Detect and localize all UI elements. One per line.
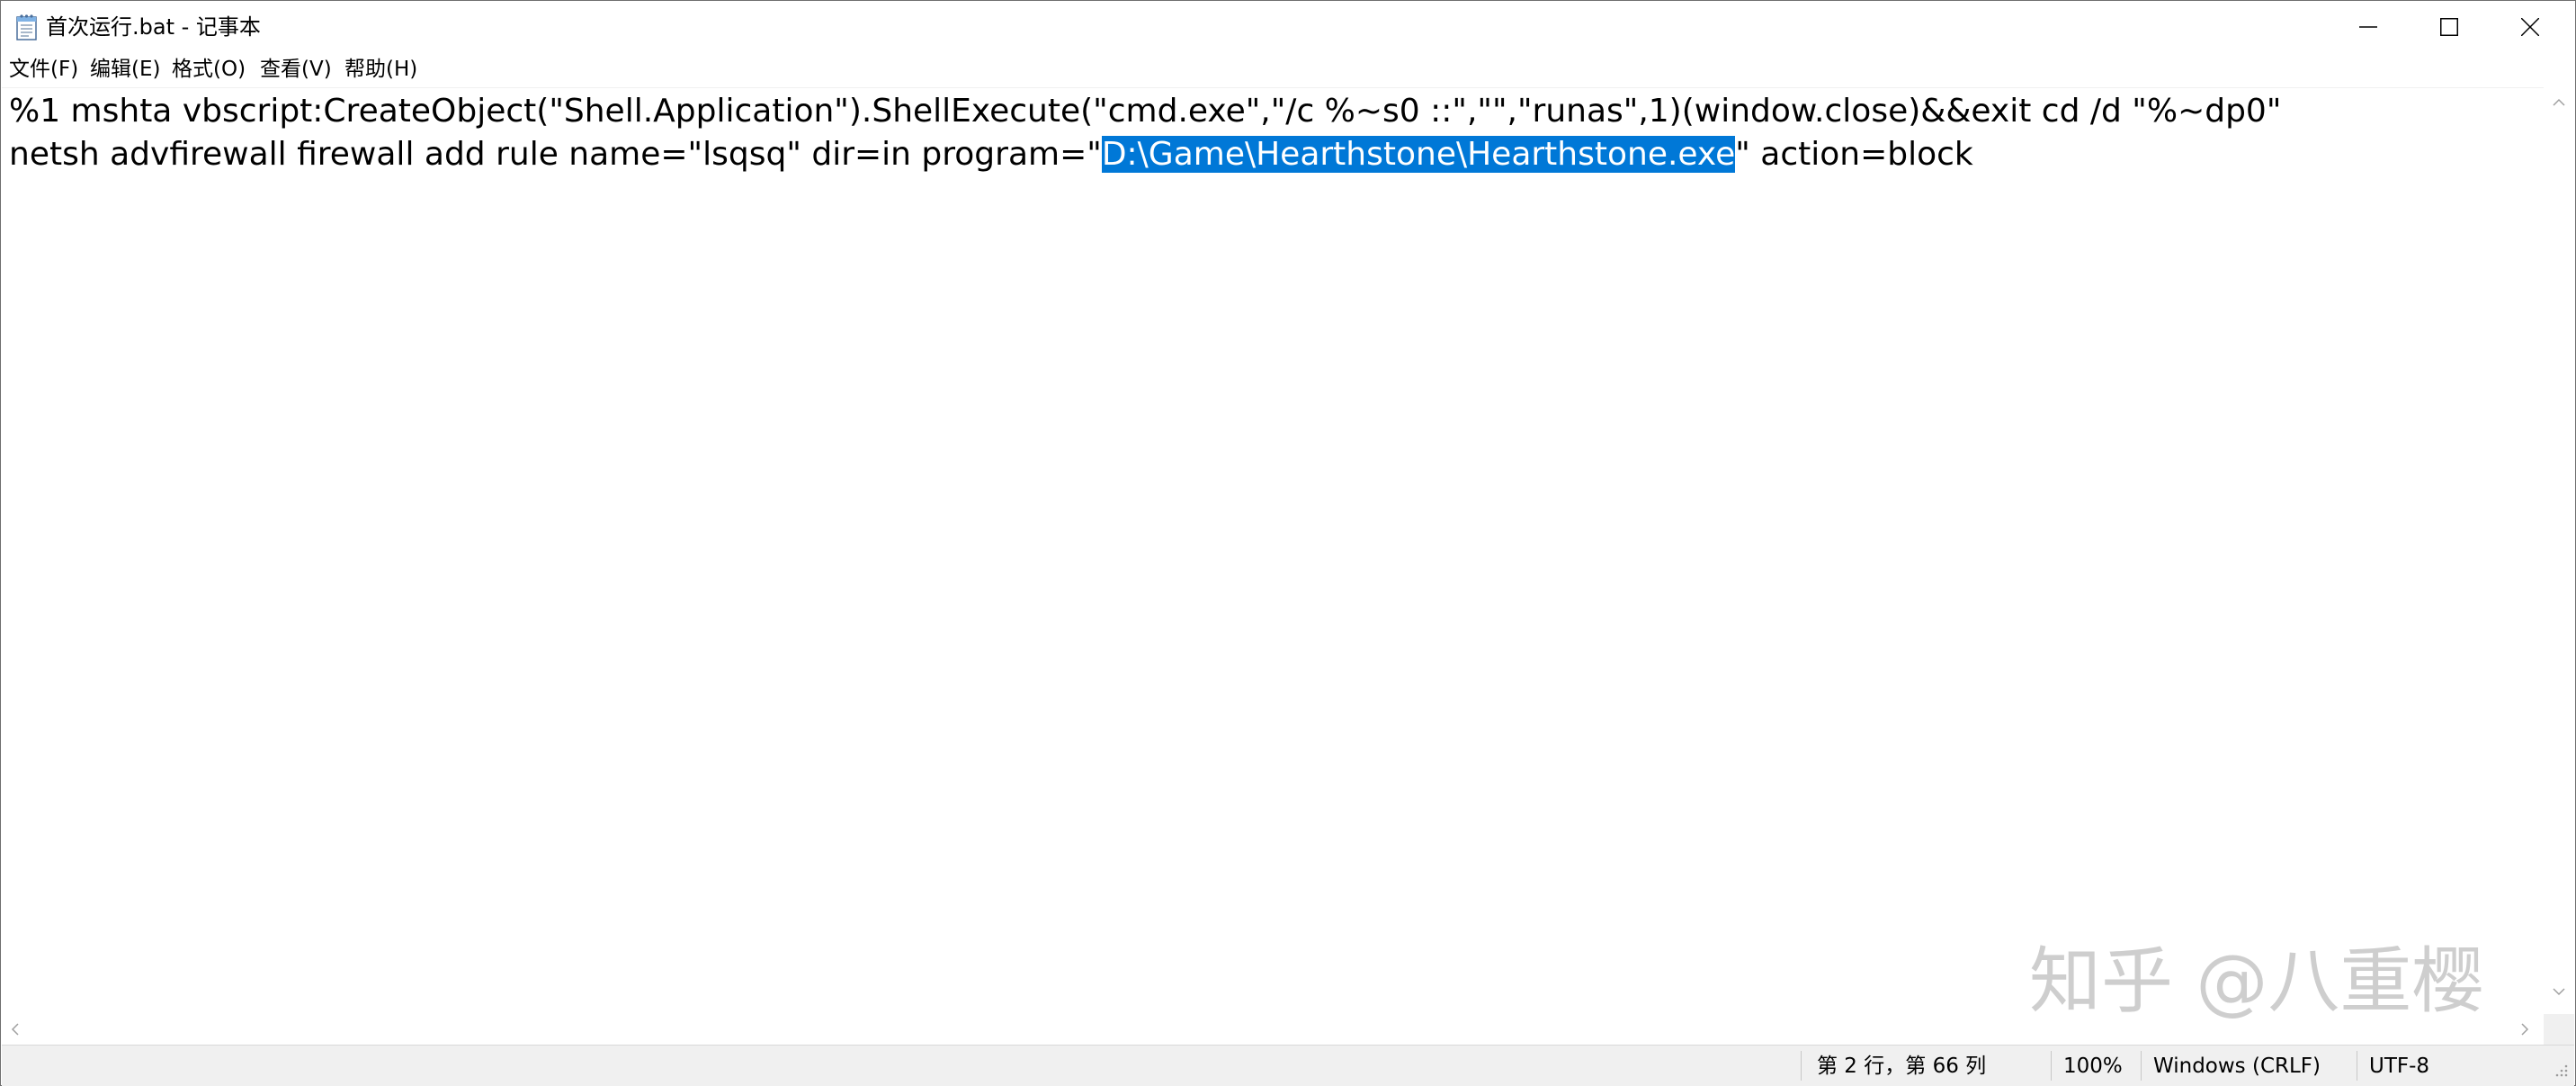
- window-title: 首次运行.bat - 记事本: [46, 14, 261, 40]
- minimize-button[interactable]: [2327, 1, 2410, 53]
- minimize-icon: [2359, 26, 2377, 28]
- menu-edit[interactable]: 编辑(E): [90, 57, 160, 82]
- scroll-up-icon[interactable]: [2553, 98, 2565, 107]
- vertical-scrollbar[interactable]: [2544, 87, 2574, 1014]
- maximize-icon: [2440, 18, 2458, 36]
- title-bar[interactable]: 首次运行.bat - 记事本: [1, 1, 2575, 53]
- watermark: 知乎 @八重樱: [2029, 939, 2484, 1023]
- text-editor[interactable]: %1 mshta vbscript:CreateObject("Shell.Ap…: [2, 87, 2544, 1015]
- line-ending: Windows (CRLF): [2153, 1055, 2321, 1078]
- status-separator: [2051, 1051, 2052, 1081]
- maximize-button[interactable]: [2408, 1, 2491, 53]
- menu-bar: 文件(F) 编辑(E) 格式(O) 查看(V) 帮助(H): [1, 53, 2575, 85]
- encoding: UTF-8: [2369, 1055, 2430, 1078]
- editor-line-2: netsh advfirewall firewall add rule name…: [9, 133, 1973, 176]
- menu-format[interactable]: 格式(O): [172, 57, 246, 82]
- scroll-down-icon[interactable]: [2553, 987, 2565, 996]
- zoom-level: 100%: [2063, 1055, 2123, 1078]
- status-bar: 第 2 行，第 66 列 100% Windows (CRLF) UTF-8: [2, 1045, 2574, 1086]
- status-separator: [2141, 1051, 2142, 1081]
- scroll-right-icon[interactable]: [2520, 1023, 2529, 1036]
- line-2-text-before: netsh advfirewall firewall add rule name…: [9, 136, 1102, 173]
- status-separator: [1801, 1051, 1802, 1081]
- scrollbar-corner: [2544, 1014, 2574, 1045]
- menu-help[interactable]: 帮助(H): [344, 57, 417, 82]
- selected-text[interactable]: D:\Game\Hearthstone\Hearthstone.exe: [1101, 136, 1736, 173]
- close-button[interactable]: [2489, 1, 2572, 53]
- notepad-icon: [15, 13, 39, 40]
- line-2-text-after: " action=block: [1735, 136, 1973, 173]
- menu-file[interactable]: 文件(F): [9, 57, 78, 82]
- menu-view[interactable]: 查看(V): [260, 57, 332, 82]
- editor-line-1: %1 mshta vbscript:CreateObject("Shell.Ap…: [9, 93, 2282, 130]
- scroll-left-icon[interactable]: [11, 1023, 20, 1036]
- resize-grip-icon[interactable]: [2554, 1064, 2569, 1078]
- notepad-window: 首次运行.bat - 记事本 文件(F) 编辑(E) 格式(O) 查看(V) 帮…: [0, 0, 2576, 1086]
- cursor-position: 第 2 行，第 66 列: [1817, 1055, 1987, 1078]
- close-icon: [2521, 18, 2539, 36]
